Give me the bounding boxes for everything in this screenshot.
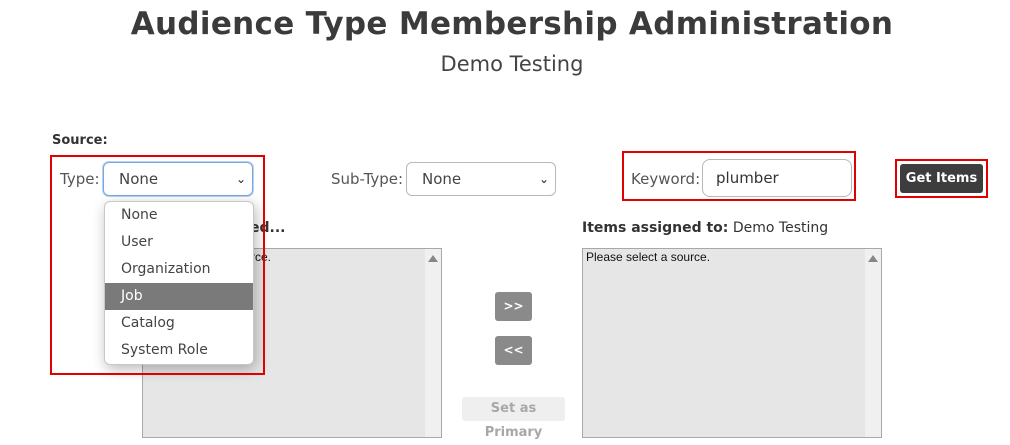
assigned-items-header-label: Items assigned to:	[582, 220, 729, 236]
set-as-primary-button[interactable]: Set as Primary	[462, 397, 565, 440]
assigned-items-listbox[interactable]: Please select a source.	[582, 248, 882, 438]
assigned-items-header-value: Demo Testing	[732, 220, 829, 236]
type-highlight-box	[50, 155, 265, 375]
page-subtitle: Demo Testing	[440, 52, 584, 76]
subtype-label: Sub-Type:	[331, 170, 404, 188]
page-title: Audience Type Membership Administration	[130, 6, 894, 42]
keyword-highlight-box	[622, 151, 856, 201]
subtype-select[interactable]: None ⌄	[406, 162, 556, 196]
assigned-scrollbar[interactable]	[865, 249, 881, 437]
assigned-listbox-placeholder: Please select a source.	[586, 250, 711, 264]
source-label: Source:	[52, 133, 108, 148]
scroll-up-icon[interactable]	[868, 255, 878, 262]
subtype-select-value: None	[422, 170, 462, 188]
assigned-items-header: Items assigned to: Demo Testing	[582, 220, 828, 236]
get-items-highlight-box	[895, 159, 988, 198]
remove-items-button[interactable]: <<	[495, 336, 532, 365]
chevron-down-icon: ⌄	[538, 172, 549, 186]
available-scrollbar[interactable]	[425, 249, 441, 437]
add-items-button[interactable]: >>	[495, 292, 532, 321]
scroll-up-icon[interactable]	[428, 255, 438, 262]
